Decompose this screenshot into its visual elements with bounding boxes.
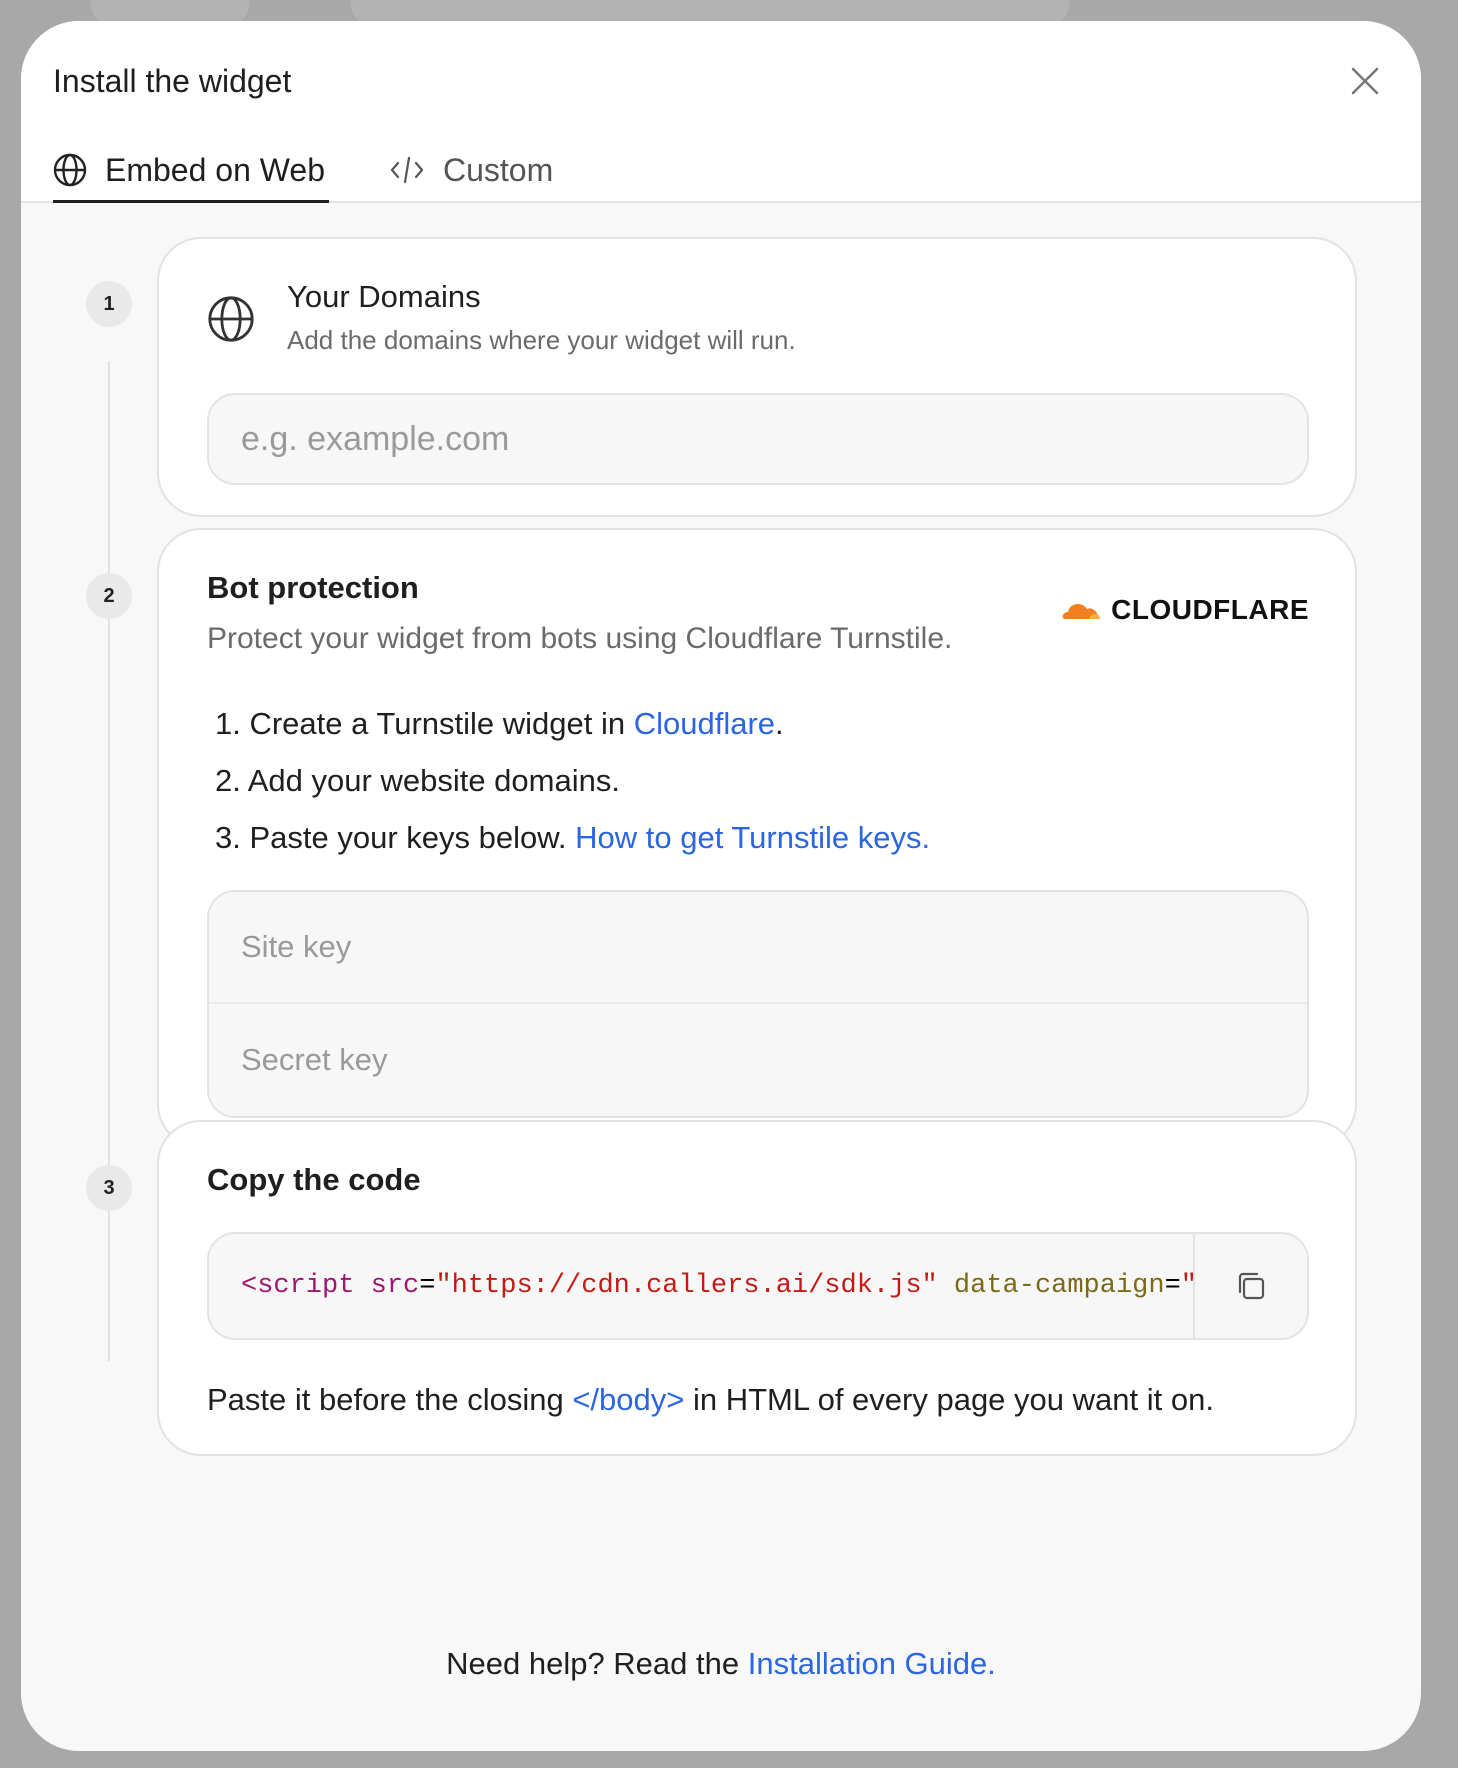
domain-input[interactable] bbox=[207, 393, 1309, 485]
cloudflare-link[interactable]: Cloudflare bbox=[634, 706, 775, 741]
instruction-text: 1. Create a Turnstile widget in bbox=[215, 706, 634, 741]
close-icon bbox=[1351, 67, 1379, 95]
cloudflare-wordmark: CLOUDFLARE bbox=[1111, 594, 1309, 625]
note-text: Paste it before the closing bbox=[207, 1382, 573, 1417]
cloudflare-logo: CLOUDFLARE bbox=[1061, 594, 1309, 626]
copy-button[interactable] bbox=[1193, 1234, 1307, 1338]
globe-icon bbox=[53, 153, 87, 187]
instructions-list: 1. Create a Turnstile widget in Cloudfla… bbox=[215, 695, 930, 866]
code-token: = bbox=[419, 1271, 436, 1301]
keys-input-group bbox=[207, 890, 1309, 1118]
secret-key-input[interactable] bbox=[209, 1004, 1307, 1116]
instruction-text: . bbox=[775, 706, 784, 741]
code-icon bbox=[390, 156, 424, 184]
bot-protection-card: Bot protection Protect your widget from … bbox=[157, 528, 1357, 1148]
instruction-item: 2. Add your website domains. bbox=[215, 763, 620, 798]
step-timeline bbox=[108, 361, 110, 1361]
step-number-2: 2 bbox=[86, 573, 132, 619]
tab-label: Custom bbox=[442, 151, 554, 188]
globe-icon bbox=[208, 296, 254, 342]
domains-card: Your Domains Add the domains where your … bbox=[157, 237, 1357, 517]
tab-bar: Embed on Web Custom bbox=[53, 139, 557, 203]
tab-custom[interactable]: Custom bbox=[389, 139, 557, 201]
instruction-text: 3. Paste your keys below. bbox=[215, 820, 576, 855]
domains-subtitle: Add the domains where your widget will r… bbox=[287, 325, 796, 355]
modal-header: Install the widget Embed on Web Custom bbox=[21, 21, 1421, 203]
code-token: src bbox=[354, 1271, 420, 1301]
modal-title: Install the widget bbox=[53, 63, 292, 99]
code-token: data-campaign bbox=[937, 1271, 1165, 1301]
note-text: in HTML of every page you want it on. bbox=[684, 1382, 1214, 1417]
step-number-1: 1 bbox=[86, 281, 132, 327]
instruction-item: 3. Paste your keys below. How to get Tur… bbox=[215, 809, 930, 866]
code-snippet[interactable]: <script src = "https://cdn.callers.ai/sdk.… bbox=[209, 1234, 1193, 1338]
body-tag-link: </body> bbox=[572, 1382, 685, 1417]
copy-code-title: Copy the code bbox=[207, 1162, 421, 1197]
tab-label: Embed on Web bbox=[105, 151, 325, 188]
cloudflare-cloud-icon bbox=[1062, 604, 1101, 619]
tab-embed-on-web[interactable]: Embed on Web bbox=[53, 139, 329, 203]
code-token: "https://cdn.callers.ai/sdk.js" bbox=[435, 1271, 938, 1301]
code-token: <script bbox=[241, 1271, 355, 1301]
code-token: = bbox=[1164, 1271, 1181, 1301]
code-snippet-box: <script src = "https://cdn.callers.ai/sdk.… bbox=[207, 1232, 1309, 1340]
paste-instructions: Paste it before the closing </body> in H… bbox=[207, 1382, 1214, 1418]
domains-title: Your Domains bbox=[287, 279, 481, 314]
installation-guide-link[interactable]: Installation Guide. bbox=[748, 1646, 996, 1681]
help-prefix: Need help? Read the bbox=[446, 1646, 748, 1681]
help-text: Need help? Read the Installation Guide. bbox=[21, 1646, 1421, 1682]
bot-protection-subtitle: Protect your widget from bots using Clou… bbox=[207, 622, 953, 655]
step-number-3: 3 bbox=[86, 1165, 132, 1211]
turnstile-keys-link[interactable]: How to get Turnstile keys. bbox=[575, 820, 930, 855]
code-token: "6a bbox=[1181, 1271, 1193, 1301]
close-button[interactable] bbox=[1341, 57, 1389, 105]
bot-protection-title: Bot protection bbox=[207, 570, 419, 605]
copy-icon bbox=[1238, 1272, 1265, 1300]
install-widget-modal: Install the widget Embed on Web Custom 1… bbox=[21, 21, 1421, 1751]
instruction-item: 1. Create a Turnstile widget in Cloudfla… bbox=[215, 695, 930, 752]
site-key-input[interactable] bbox=[209, 892, 1307, 1004]
copy-code-card: Copy the code <script src = "https://cdn.c… bbox=[157, 1120, 1357, 1456]
